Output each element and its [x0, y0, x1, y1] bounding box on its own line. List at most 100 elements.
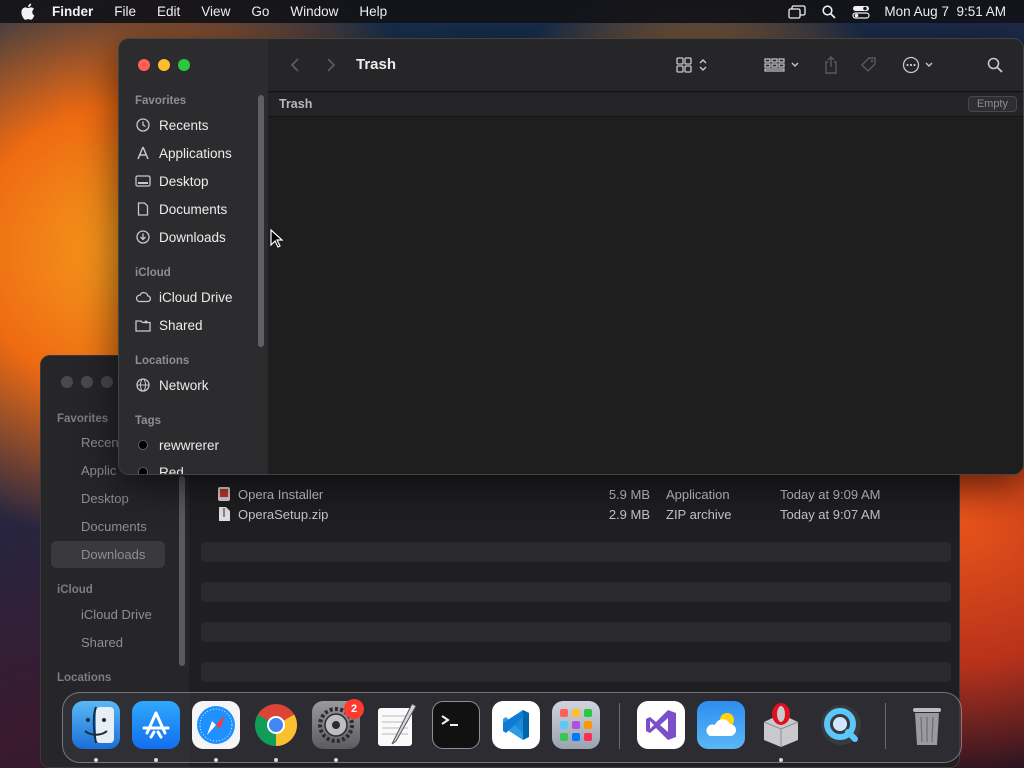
- dock-separator: [619, 703, 620, 749]
- dock-app-store-icon[interactable]: [132, 701, 180, 749]
- dock-separator: [885, 703, 886, 749]
- screen-mirroring-icon[interactable]: [788, 4, 807, 20]
- tag-dot-icon: [135, 437, 151, 453]
- menu-file[interactable]: File: [114, 4, 136, 19]
- sidebar-item-label: Recents: [159, 117, 209, 133]
- file-date: Today at 9:07 AM: [780, 506, 881, 522]
- favorites-header: Favorites: [135, 95, 187, 107]
- apple-menu-icon[interactable]: [18, 3, 36, 21]
- sidebar-item-recents[interactable]: Recents: [135, 115, 209, 135]
- dock-chrome-icon[interactable]: [252, 701, 300, 749]
- applications-icon: [135, 145, 151, 161]
- sidebar-item-label: iCloud Drive: [159, 289, 233, 305]
- clock-icon: [135, 117, 151, 133]
- bg-sidebar-item-documents[interactable]: Documents: [81, 519, 147, 534]
- share-icon[interactable]: [822, 55, 840, 75]
- dock: 2: [62, 692, 962, 763]
- bg-sidebar-item-recents[interactable]: Recen: [81, 435, 119, 450]
- shared-folder-icon: [135, 317, 151, 333]
- zoom-button[interactable]: [178, 59, 190, 71]
- running-indicator: [214, 758, 218, 762]
- sidebar-item-tag-rewwrerer[interactable]: rewwrerer: [135, 435, 219, 455]
- dock-trash-icon[interactable]: [903, 701, 951, 749]
- dock-quicktime-icon[interactable]: [817, 701, 865, 749]
- close-button[interactable]: [138, 59, 150, 71]
- bg-sidebar-scrollbar[interactable]: [179, 476, 185, 666]
- bg-sidebar-item-icloud-drive[interactable]: iCloud Drive: [81, 607, 152, 622]
- group-by-icon[interactable]: [764, 55, 802, 75]
- sidebar-item-downloads[interactable]: Downloads: [135, 227, 226, 247]
- empty-trash-button[interactable]: Empty: [967, 96, 1017, 112]
- globe-icon: [135, 377, 151, 393]
- bg-favorites-header: Favorites: [57, 413, 109, 425]
- file-name: OperaSetup.zip: [238, 506, 329, 522]
- sidebar-item-label: Shared: [159, 317, 203, 333]
- zoom-icon[interactable]: [101, 376, 113, 388]
- dock-launchpad-icon[interactable]: [552, 701, 600, 749]
- sidebar-item-network[interactable]: Network: [135, 375, 209, 395]
- sidebar-item-applications[interactable]: Applications: [135, 143, 232, 163]
- bg-sidebar-item-shared[interactable]: Shared: [81, 635, 123, 650]
- bg-locations-header: Locations: [57, 672, 112, 684]
- bg-sidebar-item-desktop[interactable]: Desktop: [81, 491, 129, 506]
- menu-view[interactable]: View: [201, 4, 230, 19]
- dock-opera-installer-icon[interactable]: [757, 701, 805, 749]
- file-kind: ZIP archive: [666, 506, 732, 522]
- sidebar-item-documents[interactable]: Documents: [135, 199, 227, 219]
- file-content-area[interactable]: [268, 118, 1023, 474]
- minimize-icon[interactable]: [81, 376, 93, 388]
- menu-app-name[interactable]: Finder: [52, 4, 93, 19]
- dock-terminal-icon[interactable]: [432, 701, 480, 749]
- trash-finder-window[interactable]: Favorites Recents Applications Desktop D…: [118, 38, 1024, 475]
- running-indicator: [779, 758, 783, 762]
- empty-row-stripe: [201, 542, 951, 562]
- spotlight-search-icon[interactable]: [820, 4, 838, 20]
- more-actions-icon[interactable]: [902, 55, 938, 75]
- sidebar-item-shared[interactable]: Shared: [135, 315, 203, 335]
- sidebar-item-tag-red[interactable]: Red: [135, 462, 184, 474]
- sidebar-item-desktop[interactable]: Desktop: [135, 171, 209, 191]
- close-icon[interactable]: [61, 376, 73, 388]
- file-date: Today at 9:09 AM: [780, 486, 881, 502]
- bg-sidebar-item-downloads[interactable]: Downloads: [81, 547, 145, 562]
- file-kind: Application: [666, 486, 730, 502]
- locations-header: Locations: [135, 355, 190, 367]
- cloud-icon: [135, 289, 151, 305]
- view-mode-icon[interactable]: [676, 55, 712, 75]
- trash-label: Trash: [279, 97, 313, 111]
- dock-weather-icon[interactable]: [697, 701, 745, 749]
- table-row[interactable]: Opera Installer 5.9 MB Application Today…: [201, 484, 951, 504]
- bg-sidebar-item-applications[interactable]: Applic: [81, 463, 116, 478]
- back-chevron-icon[interactable]: [288, 55, 302, 75]
- resize-cursor-icon: [270, 228, 284, 254]
- empty-row-stripe: [201, 622, 951, 642]
- menu-help[interactable]: Help: [359, 4, 387, 19]
- dock-finder-icon[interactable]: [72, 701, 120, 749]
- control-center-icon[interactable]: [852, 4, 871, 20]
- dock-textedit-icon[interactable]: [372, 701, 420, 749]
- notification-badge: 2: [344, 699, 364, 719]
- desktop-icon: [135, 173, 151, 189]
- forward-chevron-icon[interactable]: [324, 55, 338, 75]
- sidebar-item-icloud-drive[interactable]: iCloud Drive: [135, 287, 233, 307]
- dock-vscode-icon[interactable]: [492, 701, 540, 749]
- download-icon: [135, 229, 151, 245]
- dock-visual-studio-icon[interactable]: [637, 701, 685, 749]
- sidebar-item-label: rewwrerer: [159, 437, 220, 453]
- tag-dot-icon: [135, 464, 151, 474]
- minimize-button[interactable]: [158, 59, 170, 71]
- trash-header-bar: Trash Empty: [268, 93, 1023, 117]
- menu-clock[interactable]: Mon Aug 7 9:51 AM: [884, 4, 1006, 19]
- tag-icon[interactable]: [860, 55, 878, 75]
- installer-file-icon: [217, 486, 231, 502]
- menu-window[interactable]: Window: [290, 4, 338, 19]
- table-row[interactable]: OperaSetup.zip 2.9 MB ZIP archive Today …: [201, 504, 951, 524]
- dock-safari-icon[interactable]: [192, 701, 240, 749]
- sidebar-scrollbar[interactable]: [258, 95, 264, 347]
- menu-bar: Finder File Edit View Go Window Help Mon…: [0, 0, 1024, 23]
- sidebar-item-label: Network: [159, 377, 209, 393]
- menu-edit[interactable]: Edit: [157, 4, 180, 19]
- menu-go[interactable]: Go: [251, 4, 269, 19]
- search-icon[interactable]: [986, 55, 1004, 75]
- empty-row-stripe: [201, 582, 951, 602]
